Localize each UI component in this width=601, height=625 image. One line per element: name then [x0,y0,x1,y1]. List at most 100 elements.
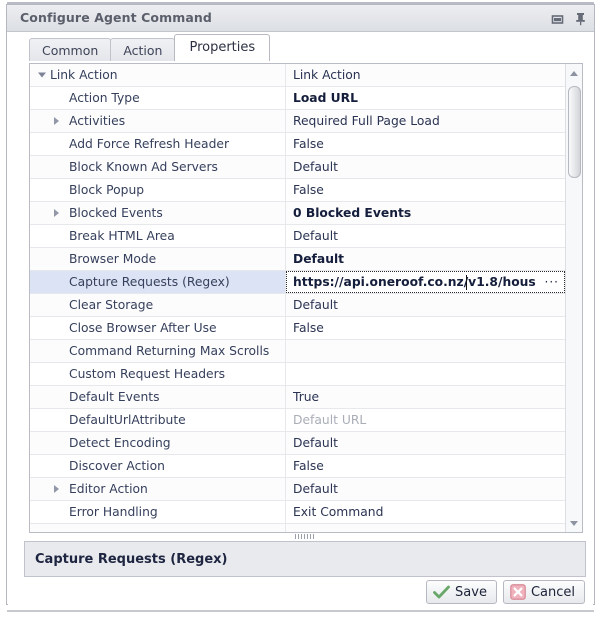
property-name-cell[interactable] [30,524,286,532]
property-row[interactable]: Action Type Load URL [30,87,566,110]
property-row[interactable]: ActivitiesRequired Full Page Load [30,110,566,133]
property-value-cell[interactable]: Default [286,294,566,316]
chevron-right-icon[interactable] [54,485,59,493]
property-row[interactable]: Add Force Refresh HeaderFalse [30,133,566,156]
check-icon [433,585,450,600]
property-value-cell[interactable]: Required Full Page Load [286,110,566,132]
property-name-label: Capture Requests (Regex) [30,275,230,289]
property-value-cell[interactable]: Load URL [286,87,566,109]
property-value-cell[interactable]: False [286,455,566,477]
property-description-bar: Capture Requests (Regex) [24,541,586,577]
property-value-cell[interactable] [286,340,566,362]
property-value-cell[interactable] [286,524,566,532]
property-name-label: Default Events [30,390,159,404]
property-row[interactable]: Block Known Ad Servers Default [30,156,566,179]
property-name-label: Command Returning Max Scrolls [30,344,269,358]
property-name-cell[interactable]: Blocked Events [30,202,286,224]
scroll-down-arrow-icon[interactable] [566,515,582,531]
scroll-up-arrow-icon[interactable] [566,65,582,81]
chevron-right-icon[interactable] [54,209,59,217]
property-name-cell[interactable]: Add Force Refresh Header [30,133,286,155]
property-name-cell[interactable]: Break HTML Area [30,225,286,247]
property-value-cell[interactable]: False [286,179,566,201]
property-name-label: Clear Storage [30,298,153,312]
property-row[interactable]: Capture Requests (Regex) https://api.oner… [30,271,566,294]
property-value-cell[interactable]: 0 Blocked Events [286,202,566,224]
tab-common[interactable]: Common [29,38,111,61]
property-row[interactable]: Link ActionLink Action [30,64,566,87]
property-row[interactable]: Command Returning Max Scrolls [30,340,566,363]
property-value-cell[interactable]: Default [286,478,566,500]
property-name-cell[interactable]: Error Handling [30,501,286,523]
property-grid-vertical-scrollbar[interactable] [565,64,582,532]
tab-action[interactable]: Action [110,38,175,61]
save-button[interactable]: Save [426,580,497,604]
property-value-cell[interactable]: Exit Command [286,501,566,523]
close-x-icon [510,584,526,600]
property-row[interactable]: Editor ActionDefault [30,478,566,501]
property-name-cell[interactable]: Discover Action [30,455,286,477]
property-name-label: Detect Encoding [30,436,171,450]
property-name-cell[interactable]: Editor Action [30,478,286,500]
property-name-cell[interactable]: Default Events [30,386,286,408]
property-value-editor[interactable]: https://api.oneroof.co.nz/v1.8/hous ··· [286,271,565,293]
property-value-cell[interactable]: Default [286,225,566,247]
property-name-cell[interactable]: DefaultUrlAttribute [30,409,286,431]
property-row[interactable]: Detect Encoding Default [30,432,566,455]
property-row[interactable]: Browser Mode Default [30,248,566,271]
property-value-cell[interactable]: Link Action [286,64,566,86]
property-value-cell[interactable]: Default [286,432,566,454]
ellipsis-button[interactable]: ··· [543,275,561,289]
property-value-cell[interactable] [286,363,566,385]
property-name-label: Custom Request Headers [30,367,225,381]
property-name-cell[interactable]: Block Known Ad Servers [30,156,286,178]
property-name-cell[interactable]: Browser Mode [30,248,286,270]
restore-icon[interactable] [551,11,564,30]
property-row[interactable]: Error HandlingExit Command [30,501,566,524]
property-value-cell[interactable]: Default URL [286,409,566,431]
property-row[interactable] [30,524,566,532]
property-row[interactable]: Blocked Events0 Blocked Events [30,202,566,225]
page-bottom-edge [0,606,601,625]
pin-icon[interactable] [575,11,586,30]
text-caret [466,275,467,290]
chevron-down-icon[interactable] [38,73,46,78]
property-value-cell[interactable]: True [286,386,566,408]
property-name-label: Action Type [30,91,140,105]
property-grid-rows: Link ActionLink Action Action Type Load UR… [30,64,566,532]
property-row[interactable]: Close Browser After UseFalse [30,317,566,340]
property-name-cell[interactable]: Detect Encoding [30,432,286,454]
titlebar-tool-group [551,11,586,30]
property-value-cell[interactable]: False [286,133,566,155]
property-value-cell[interactable]: False [286,317,566,339]
property-value-input[interactable]: https://api.oneroof.co.nz/v1.8/hous [287,275,536,289]
property-row[interactable]: Discover ActionFalse [30,455,566,478]
property-name-cell[interactable]: Action Type [30,87,286,109]
property-row[interactable]: Clear Storage Default [30,294,566,317]
property-row[interactable]: Break HTML AreaDefault [30,225,566,248]
splitter-grip-handle[interactable] [295,533,317,540]
property-value-cell[interactable]: Default [286,248,566,270]
property-name-cell[interactable]: Clear Storage [30,294,286,316]
property-name-cell[interactable]: Close Browser After Use [30,317,286,339]
property-row[interactable]: Block PopupFalse [30,179,566,202]
cancel-button-label: Cancel [531,585,575,600]
dialog-titlebar[interactable]: Configure Agent Command [7,5,594,32]
property-value-cell[interactable]: Default [286,156,566,178]
property-row[interactable]: Custom Request Headers [30,363,566,386]
property-name-cell[interactable]: Custom Request Headers [30,363,286,385]
property-row[interactable]: Default Events True [30,386,566,409]
property-name-cell[interactable]: Activities [30,110,286,132]
property-name-cell[interactable]: Capture Requests (Regex) [30,271,286,293]
property-name-cell[interactable]: Link Action [30,64,286,86]
tab-properties[interactable]: Properties [174,34,270,61]
property-name-label: Browser Mode [30,252,156,266]
property-name-cell[interactable]: Command Returning Max Scrolls [30,340,286,362]
property-name-cell[interactable]: Block Popup [30,179,286,201]
chevron-right-icon[interactable] [54,117,59,125]
property-grid: Link ActionLink Action Action Type Load UR… [29,63,583,533]
scrollbar-thumb[interactable] [568,86,581,178]
cancel-button[interactable]: Cancel [503,580,585,604]
property-row[interactable]: DefaultUrlAttributeDefault URL [30,409,566,432]
property-name-label: Block Known Ad Servers [30,160,218,174]
